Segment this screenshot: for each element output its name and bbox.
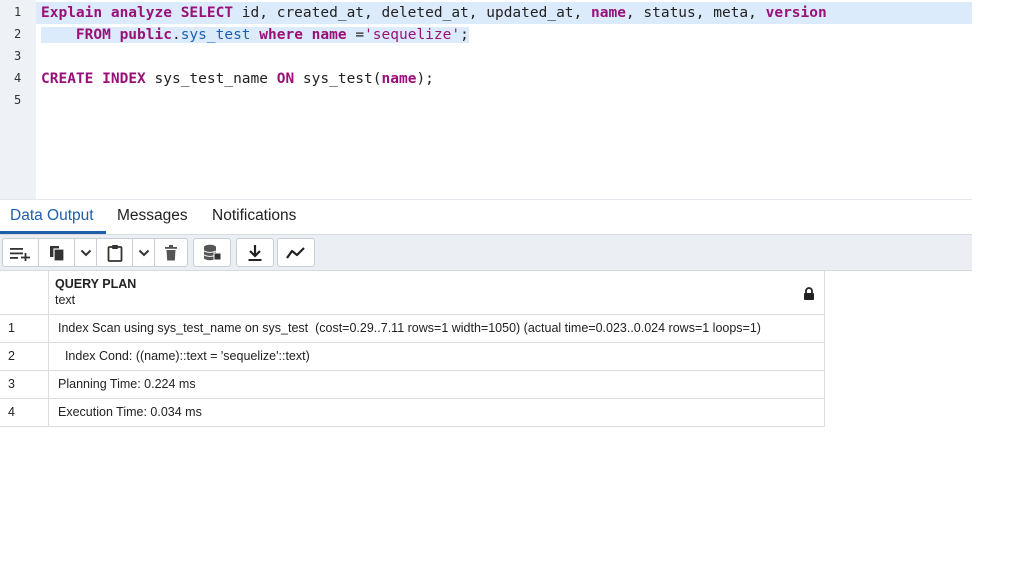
keyword: analyze — [110, 5, 172, 21]
copy-icon — [49, 245, 65, 262]
table-cell[interactable]: Index Scan using sys_test_name on sys_te… — [49, 315, 823, 342]
row-number: 4 — [0, 399, 49, 426]
row-number: 1 — [0, 315, 49, 342]
keyword: version — [765, 5, 827, 21]
copy-button[interactable] — [39, 239, 75, 266]
line-number: 1 — [14, 5, 22, 19]
line-number-gutter: 1 2 3 4 5 — [0, 0, 36, 199]
code-text: id, created_at, deleted_at, updated_at, — [233, 5, 591, 21]
table-row[interactable]: 4 Execution Time: 0.034 ms — [0, 399, 825, 427]
column-type: text — [55, 293, 76, 307]
line-number: 2 — [14, 27, 22, 41]
keyword: SELECT — [180, 5, 234, 21]
grid-header: QUERY PLAN text — [0, 271, 825, 315]
paste-button[interactable] — [97, 239, 133, 266]
download-icon — [248, 244, 262, 261]
keyword: where — [259, 27, 303, 43]
paste-icon — [107, 244, 122, 262]
code-line-4[interactable]: CREATE INDEX sys_test_name ON sys_test(n… — [36, 68, 972, 90]
add-row-icon — [9, 247, 30, 261]
line-number: 3 — [14, 49, 22, 63]
column-name: QUERY PLAN — [55, 277, 137, 291]
line-number: 4 — [14, 71, 22, 85]
download-button[interactable] — [237, 239, 273, 266]
keyword: Explain — [41, 5, 103, 21]
code-text: ); — [416, 71, 434, 87]
keyword: name — [381, 71, 417, 87]
code-line-2[interactable]: FROM public.sys_test where name ='sequel… — [36, 24, 972, 46]
delete-button[interactable] — [155, 239, 187, 266]
save-data-icon — [203, 244, 222, 260]
keyword: name — [591, 5, 626, 21]
chevron-down-icon — [138, 249, 149, 256]
tab-data-output[interactable]: Data Output — [0, 200, 106, 234]
keyword: public — [119, 27, 172, 43]
delete-icon — [165, 244, 177, 260]
lock-icon — [804, 287, 814, 300]
code-line-1[interactable]: Explain analyze SELECT id, created_at, d… — [36, 2, 972, 24]
identifier: sys_test — [180, 27, 251, 43]
table-row[interactable]: 3 Planning Time: 0.224 ms — [0, 371, 825, 399]
code-text: = — [346, 27, 365, 43]
graph-visualiser-button[interactable] — [278, 239, 314, 266]
code-text: ; — [460, 27, 469, 43]
output-tabs: Data Output Messages Notifications — [0, 199, 972, 234]
paste-options-dropdown[interactable] — [133, 239, 155, 266]
keyword: ON — [276, 71, 295, 87]
table-row[interactable]: 1 Index Scan using sys_test_name on sys_… — [0, 315, 825, 343]
save-data-button[interactable] — [194, 239, 230, 266]
code-text: sys_test( — [294, 71, 382, 87]
keyword: name — [311, 27, 347, 43]
data-output-toolbar — [0, 234, 972, 271]
column-header-query-plan[interactable]: QUERY PLAN text — [55, 277, 136, 309]
code-text: sys_test_name — [145, 71, 277, 87]
row-number: 3 — [0, 371, 49, 398]
table-cell[interactable]: Execution Time: 0.034 ms — [49, 399, 823, 426]
save-button-group — [193, 238, 231, 267]
sql-editor[interactable]: 1 2 3 4 5 Explain analyze SELECT id, cre… — [0, 0, 972, 199]
row-number: 2 — [0, 343, 49, 370]
line-number: 5 — [14, 93, 22, 107]
graph-icon — [286, 246, 305, 259]
add-row-button[interactable] — [3, 239, 39, 266]
download-button-group — [236, 238, 274, 267]
table-row[interactable]: 2 Index Cond: ((name)::text = 'sequelize… — [0, 343, 825, 371]
row-number-header — [0, 271, 49, 314]
table-cell[interactable]: Index Cond: ((name)::text = 'sequelize':… — [49, 343, 823, 370]
tab-messages[interactable]: Messages — [107, 200, 198, 234]
keyword: FROM — [75, 27, 111, 43]
chevron-down-icon — [80, 249, 91, 256]
copy-options-dropdown[interactable] — [75, 239, 97, 266]
keyword: CREATE — [41, 71, 94, 87]
string-literal: 'sequelize' — [364, 27, 461, 43]
code-text: . — [171, 27, 181, 43]
tab-notifications[interactable]: Notifications — [202, 200, 306, 234]
table-cell[interactable]: Planning Time: 0.224 ms — [49, 371, 823, 398]
edit-button-group — [2, 238, 188, 267]
code-text: , status, meta, — [625, 5, 766, 21]
graph-button-group — [277, 238, 315, 267]
keyword: INDEX — [102, 71, 146, 87]
